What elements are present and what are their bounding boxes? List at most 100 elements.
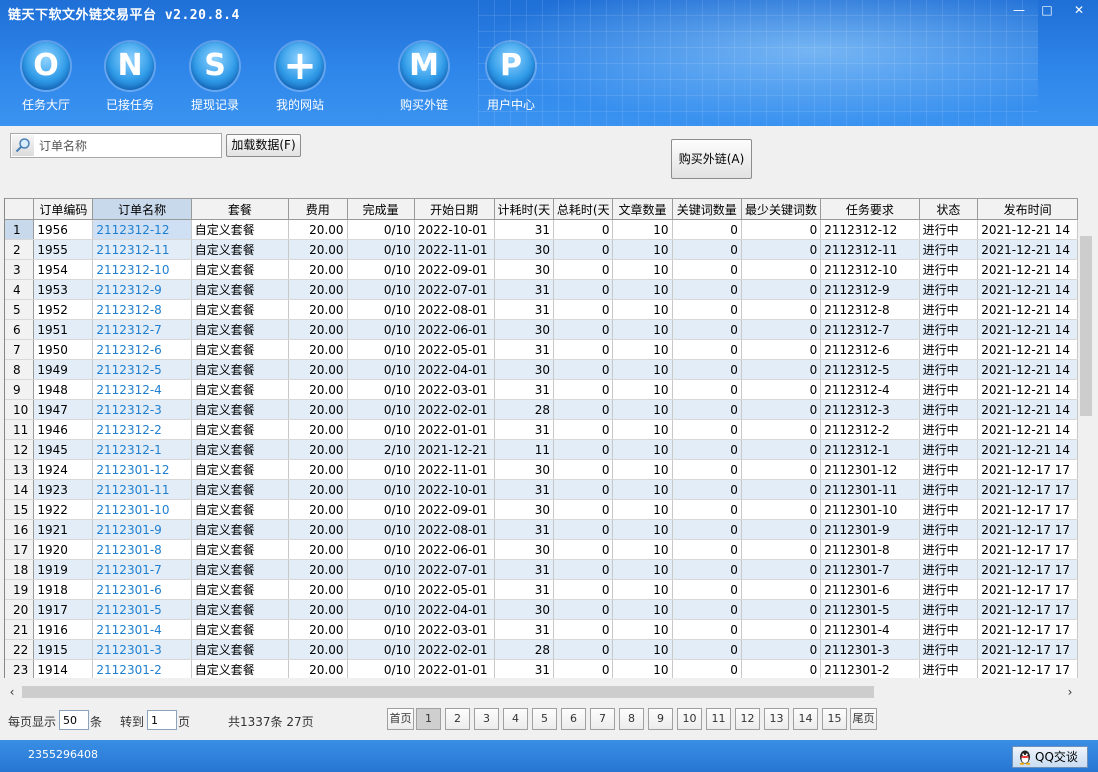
table-cell[interactable]: 2/10 <box>347 439 415 460</box>
table-cell[interactable]: 自定义套餐 <box>191 639 290 660</box>
table-cell[interactable]: 0 <box>741 499 822 520</box>
table-cell[interactable]: 0 <box>672 499 742 520</box>
table-cell[interactable]: 0 <box>741 379 822 400</box>
table-row[interactable]: 9 1948 2112312-4 自定义套餐 20.00 0/10 2022-03-01 31… <box>5 379 1078 400</box>
table-cell[interactable]: 10 <box>612 659 673 678</box>
page-button-4[interactable]: 4 <box>503 708 528 730</box>
table-cell[interactable]: 20.00 <box>288 339 348 360</box>
table-cell[interactable]: 2112312-3 <box>820 399 920 420</box>
table-cell[interactable]: 0 <box>553 639 614 660</box>
table-cell[interactable]: 2112312-7 <box>92 319 192 340</box>
table-cell[interactable]: 10 <box>612 259 673 280</box>
page-button-2[interactable]: 2 <box>445 708 470 730</box>
page-button-8[interactable]: 8 <box>619 708 644 730</box>
column-header[interactable]: 订单编码 <box>33 198 94 220</box>
table-cell[interactable]: 0 <box>553 399 614 420</box>
page-button-11[interactable]: 11 <box>706 708 731 730</box>
table-cell[interactable]: 2112301-12 <box>92 459 192 480</box>
table-cell[interactable]: 2112312-3 <box>92 399 192 420</box>
table-cell[interactable]: 0 <box>553 219 614 240</box>
table-cell[interactable]: 0 <box>553 259 614 280</box>
table-cell[interactable]: 自定义套餐 <box>191 259 290 280</box>
table-cell[interactable]: 2021-12-21 14 <box>977 379 1078 400</box>
table-cell[interactable]: 2112301-7 <box>820 559 920 580</box>
table-row[interactable]: 13 1924 2112301-12 自定义套餐 20.00 0/10 2022-11-01… <box>5 459 1078 480</box>
table-cell[interactable]: 1948 <box>33 379 94 400</box>
table-cell[interactable]: 0/10 <box>347 219 415 240</box>
table-cell[interactable]: 0 <box>741 359 822 380</box>
table-row[interactable]: 18 1919 2112301-7 自定义套餐 20.00 0/10 2022-07-01 3… <box>5 559 1078 580</box>
table-cell[interactable]: 进行中 <box>919 339 979 360</box>
table-cell[interactable]: 2112301-8 <box>92 539 192 560</box>
table-cell[interactable]: 31 <box>494 219 555 240</box>
nav-buy-links[interactable]: M 购买外链 <box>388 42 460 112</box>
table-cell[interactable]: 0/10 <box>347 379 415 400</box>
table-cell[interactable]: 1914 <box>33 659 94 678</box>
table-cell[interactable]: 0 <box>672 479 742 500</box>
table-cell[interactable]: 1954 <box>33 259 94 280</box>
table-cell[interactable]: 0 <box>672 639 742 660</box>
table-cell[interactable]: 进行中 <box>919 399 979 420</box>
table-cell[interactable]: 2022-10-01 <box>414 219 495 240</box>
table-cell[interactable]: 1918 <box>33 579 94 600</box>
table-cell[interactable]: 2112301-12 <box>820 459 920 480</box>
table-cell[interactable]: 2021-12-17 17 <box>977 619 1078 640</box>
table-row[interactable]: 8 1949 2112312-5 自定义套餐 20.00 0/10 2022-04-01 30… <box>5 359 1078 380</box>
search-icon[interactable] <box>12 135 34 156</box>
table-row[interactable]: 20 1917 2112301-5 自定义套餐 20.00 0/10 2022-04-01 3… <box>5 599 1078 620</box>
table-cell[interactable]: 20.00 <box>288 359 348 380</box>
table-cell[interactable]: 0/10 <box>347 599 415 620</box>
table-cell[interactable]: 0 <box>672 539 742 560</box>
table-cell[interactable]: 2022-06-01 <box>414 539 495 560</box>
table-cell[interactable]: 30 <box>494 599 555 620</box>
table-cell[interactable]: 30 <box>494 359 555 380</box>
table-row[interactable]: 7 1950 2112312-6 自定义套餐 20.00 0/10 2022-05-01 31… <box>5 339 1078 360</box>
table-cell[interactable]: 进行中 <box>919 279 979 300</box>
table-cell[interactable]: 自定义套餐 <box>191 339 290 360</box>
table-cell[interactable]: 2112301-2 <box>820 659 920 678</box>
table-cell[interactable]: 0 <box>672 319 742 340</box>
table-cell[interactable]: 进行中 <box>919 319 979 340</box>
table-cell[interactable]: 0 <box>741 339 822 360</box>
page-button-6[interactable]: 6 <box>561 708 586 730</box>
table-cell[interactable]: 0 <box>672 399 742 420</box>
table-cell[interactable]: 2021-12-21 14 <box>977 339 1078 360</box>
close-button[interactable]: ✕ <box>1066 2 1092 20</box>
table-cell[interactable]: 0/10 <box>347 259 415 280</box>
table-cell[interactable]: 31 <box>494 379 555 400</box>
table-cell[interactable]: 自定义套餐 <box>191 619 290 640</box>
table-row[interactable]: 6 1951 2112312-7 自定义套餐 20.00 0/10 2022-06-01 30… <box>5 319 1078 340</box>
table-cell[interactable]: 1952 <box>33 299 94 320</box>
vertical-scroll-thumb[interactable] <box>1080 236 1092 416</box>
table-cell[interactable]: 10 <box>612 319 673 340</box>
table-cell[interactable]: 30 <box>494 499 555 520</box>
table-cell[interactable]: 2112301-2 <box>92 659 192 678</box>
table-cell[interactable]: 自定义套餐 <box>191 279 290 300</box>
table-cell[interactable]: 2022-09-01 <box>414 259 495 280</box>
table-cell[interactable]: 0 <box>741 639 822 660</box>
table-row[interactable]: 2 1955 2112312-11 自定义套餐 20.00 0/10 2022-11-01 3… <box>5 239 1078 260</box>
table-cell[interactable]: 0 <box>672 279 742 300</box>
table-cell[interactable]: 1949 <box>33 359 94 380</box>
table-cell[interactable]: 进行中 <box>919 439 979 460</box>
table-cell[interactable]: 20.00 <box>288 479 348 500</box>
table-cell[interactable]: 0/10 <box>347 499 415 520</box>
table-cell[interactable]: 1922 <box>33 499 94 520</box>
table-cell[interactable]: 2112312-11 <box>92 239 192 260</box>
table-row[interactable]: 19 1918 2112301-6 自定义套餐 20.00 0/10 2022-05-01 3… <box>5 579 1078 600</box>
table-cell[interactable]: 20.00 <box>288 279 348 300</box>
table-cell[interactable]: 1917 <box>33 599 94 620</box>
table-cell[interactable]: 进行中 <box>919 559 979 580</box>
table-cell[interactable]: 0 <box>553 299 614 320</box>
table-row[interactable]: 14 1923 2112301-11 自定义套餐 20.00 0/10 2022-10-01… <box>5 479 1078 500</box>
table-cell[interactable]: 2112312-12 <box>92 219 192 240</box>
table-cell[interactable]: 31 <box>494 579 555 600</box>
column-header[interactable]: 开始日期 <box>414 198 495 220</box>
table-cell[interactable]: 自定义套餐 <box>191 499 290 520</box>
table-cell[interactable]: 10 <box>612 339 673 360</box>
table-cell[interactable]: 2022-05-01 <box>414 579 495 600</box>
table-cell[interactable]: 自定义套餐 <box>191 479 290 500</box>
table-cell[interactable]: 0 <box>553 359 614 380</box>
table-cell[interactable]: 自定义套餐 <box>191 459 290 480</box>
horizontal-scroll-thumb[interactable] <box>22 686 874 698</box>
